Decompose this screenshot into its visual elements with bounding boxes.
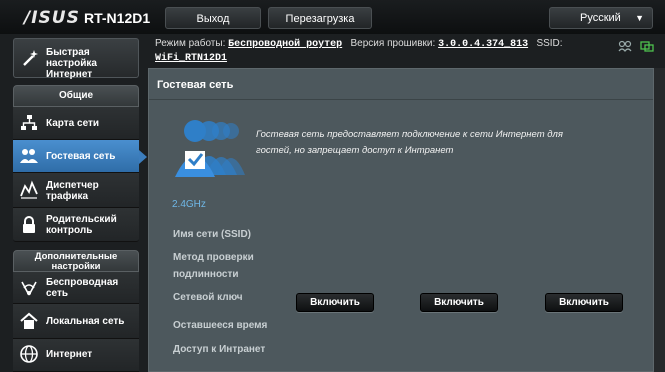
advanced-header-label: Дополнительные настройки [34,251,118,272]
sidebar-item-traffic-manager[interactable]: Диспетчер трафика [13,173,139,208]
guest-network-icon [20,149,38,163]
advanced-section-header: Дополнительные настройки [13,250,139,272]
firmware-version-link[interactable]: 3.0.0.4.374_813 [438,39,528,50]
active-pointer-arrow [139,150,147,164]
language-value: Русский [580,12,621,24]
field-label-time-remaining: Оставшееся время [173,320,268,331]
general-section-header: Общие [13,85,139,107]
magic-wand-icon [23,50,38,66]
right-edge [654,68,665,372]
sidebar-item-wireless[interactable]: Беспроводная сеть [13,272,139,304]
page-title: Гостевая сеть [157,79,234,91]
mode-label: Режим работы: [155,38,226,49]
operation-mode-link[interactable]: Беспроводной роутер [228,39,342,50]
field-label-ssid: Имя сети (SSID) [173,229,252,240]
sidebar-item-label: Интернет [46,349,93,360]
sidebar-item-label: Карта сети [46,118,100,129]
reboot-button[interactable]: Перезагрузка [268,7,372,29]
guest-network-panel: Гостевая сеть Гостевая сеть предоставляе… [148,68,654,372]
quick-setup-label: Быстрая настройка Интернет [46,47,97,80]
field-label-auth-method: Метод проверки подлинности [173,252,254,280]
band-label: 2.4GHz [172,199,206,210]
logout-button[interactable]: Выход [165,7,261,29]
sidebar-item-lan[interactable]: Локальная сеть [13,304,139,339]
field-label-intranet-access: Доступ к Интранет [173,344,266,355]
quick-internet-setup-button[interactable]: Быстрая настройка Интернет [13,38,139,80]
connection-status-icon[interactable] [640,40,654,52]
firmware-label: Версия прошивки: [350,38,436,49]
sidebar-item-label: Диспетчер трафика [46,180,99,202]
traffic-manager-icon [20,180,38,199]
globe-icon [20,345,38,363]
sidebar-item-guest-network[interactable]: Гостевая сеть [13,140,139,173]
network-map-icon [21,115,37,130]
status-line: Режим работы: Беспроводной роутер Версия… [155,38,625,65]
router-model: RT-N12D1 [84,10,151,26]
sidebar-item-network-map[interactable]: Карта сети [13,107,139,140]
usb-status-icon[interactable] [618,40,632,52]
ssid-value[interactable]: WiFi_RTN12D1 [155,53,227,64]
sidebar-item-label: Гостевая сеть [46,151,116,162]
enable-guest-network-1-button[interactable]: Включить [296,293,374,312]
wireless-icon [21,281,37,296]
guest-users-icon [175,120,245,177]
title-divider [149,99,653,100]
sidebar-item-label: Родительский контроль [46,214,117,236]
top-bar: /ISUS RT-N12D1 Выход Перезагрузка Русски… [0,0,665,34]
language-select[interactable]: Русский ▼ [549,7,653,29]
sidebar-item-label: Беспроводная сеть [46,277,119,299]
ssid-label: SSID: [536,38,563,49]
sidebar-item-parental-control[interactable]: Родительский контроль [13,208,139,242]
asus-logo: /ISUS [24,8,80,28]
enable-guest-network-3-button[interactable]: Включить [545,293,623,312]
sidebar-item-label: Локальная сеть [46,316,125,327]
guest-network-description: Гостевая сеть предоставляет подключение … [256,129,563,156]
lock-icon [23,216,35,233]
sidebar-item-internet[interactable]: Интернет [13,339,139,372]
home-icon [20,312,38,329]
chevron-down-icon: ▼ [635,13,644,23]
field-label-network-key: Сетевой ключ [173,292,243,303]
enable-guest-network-2-button[interactable]: Включить [420,293,498,312]
